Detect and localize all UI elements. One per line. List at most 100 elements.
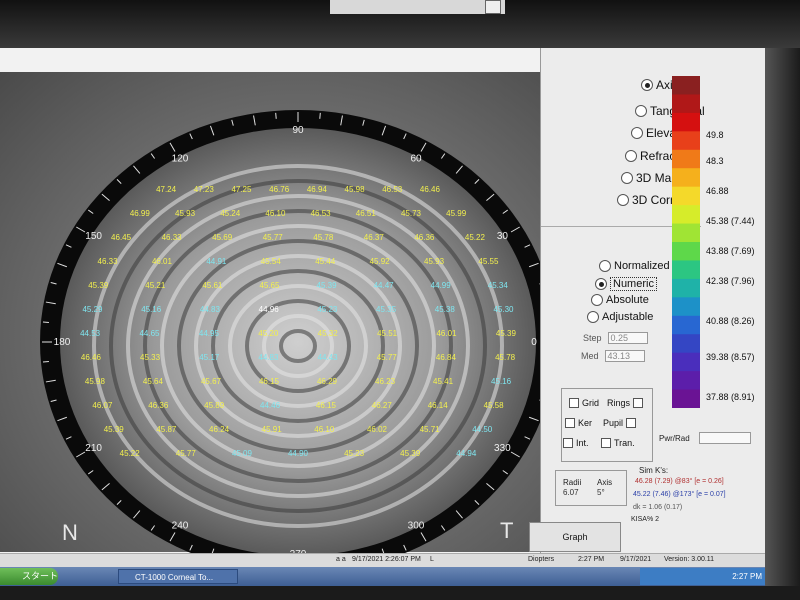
map-value: 45.34 — [488, 281, 509, 290]
radio-normalized-label: Normalized — [614, 260, 670, 272]
radio-3d-cornea-button[interactable] — [617, 194, 629, 206]
step-label: Step — [583, 333, 602, 343]
tran-checkbox-box[interactable] — [601, 438, 611, 448]
map-value: 46.23 — [375, 377, 396, 386]
map-value: 44.94 — [456, 449, 477, 458]
radio-adjustable-label: Adjustable — [602, 311, 654, 323]
axis-tick — [42, 361, 49, 363]
radio-numeric-button[interactable] — [595, 278, 607, 290]
ker-checkbox[interactable]: Ker — [565, 418, 592, 428]
color-scale-swatch — [672, 260, 700, 280]
graph-button[interactable]: Graph — [529, 522, 621, 552]
sim-k-title: Sim K's: — [639, 466, 669, 475]
map-value: 45.73 — [401, 209, 422, 218]
pupil-checkbox-box[interactable] — [626, 418, 637, 428]
color-scale-label: 45.38 (7.44) — [706, 216, 755, 227]
map-value: 46.36 — [414, 233, 435, 242]
color-scale-label: 37.88 (8.91) — [706, 392, 755, 403]
map-value: 44.95 — [199, 329, 220, 338]
color-scale-swatch — [672, 186, 700, 206]
color-scale-swatch — [672, 168, 700, 188]
map-value: 45.78 — [313, 233, 334, 242]
axis-label: 240 — [172, 521, 189, 532]
pwr-rad-field[interactable] — [699, 432, 751, 444]
rings-checkbox-box[interactable] — [633, 398, 644, 408]
tran-checkbox[interactable]: Tran. — [601, 438, 635, 448]
rings-checkbox[interactable]: Rings — [607, 398, 644, 408]
map-value: 45.99 — [446, 209, 467, 218]
map-value: 45.39 — [400, 449, 421, 458]
map-value: 44.99 — [431, 281, 452, 290]
map-value: 44.90 — [288, 449, 309, 458]
map-value: 45.20 — [258, 329, 279, 338]
radio-adjustable[interactable]: Adjustable — [587, 311, 653, 323]
color-scale-label: 43.88 (7.69) — [706, 245, 755, 256]
radio-absolute[interactable]: Absolute — [591, 294, 649, 306]
map-value: 45.29 — [82, 305, 103, 314]
grid-checkbox-box[interactable] — [569, 398, 579, 408]
map-value: 45.32 — [318, 329, 339, 338]
map-value: 45.65 — [259, 281, 280, 290]
map-value: 46.29 — [317, 377, 338, 386]
status-datetime: 9/17/2021 2:26:07 PM — [352, 556, 421, 563]
map-value: 44.83 — [258, 353, 279, 362]
sim-k2: 45.22 (7.46) @173° [e = 0.07] — [633, 491, 726, 498]
int-checkbox-label: Int. — [576, 438, 589, 448]
radio-normalized[interactable]: Normalized — [599, 260, 670, 272]
color-scale-swatch — [672, 112, 700, 132]
radio-axial-button[interactable] — [641, 79, 653, 91]
map-value: 46.07 — [92, 401, 113, 410]
radio-elevation-button[interactable] — [631, 127, 643, 139]
color-scale-swatch — [672, 223, 700, 243]
step-field[interactable]: Step 0.25 — [583, 332, 648, 344]
map-value: 45.64 — [143, 377, 164, 386]
color-scale-swatch — [672, 334, 700, 354]
axis-label: 30 — [497, 231, 509, 242]
med-input[interactable]: 43.13 — [604, 350, 645, 362]
int-checkbox[interactable]: Int. — [563, 438, 589, 448]
radio-adjustable-button[interactable] — [587, 311, 599, 323]
radio-absolute-button[interactable] — [591, 294, 603, 306]
pupil-checkbox[interactable]: Pupil — [603, 418, 637, 428]
axis-label: 330 — [494, 443, 511, 454]
int-checkbox-box[interactable] — [563, 438, 573, 448]
sim-k1: 46.28 (7.29) @83° [e = 0.26] — [635, 478, 724, 485]
map-value: 45.16 — [141, 305, 162, 314]
map-value: 44.47 — [374, 281, 395, 290]
radio-refractive-button[interactable] — [625, 150, 637, 162]
axis-tick — [319, 112, 321, 119]
color-scale-swatch — [672, 297, 700, 317]
radio-3d-maps-button[interactable] — [621, 172, 633, 184]
tray-clock: 2:27 PM — [732, 572, 762, 581]
radio-numeric[interactable]: Numeric — [595, 277, 657, 291]
map-value: 45.38 — [435, 305, 456, 314]
grid-checkbox[interactable]: Grid — [569, 398, 599, 408]
med-field[interactable]: Med 43.13 — [581, 350, 645, 362]
axis-label: Axis — [597, 478, 613, 487]
map-value: 46.51 — [356, 209, 377, 218]
axis-value: 5° — [597, 488, 605, 497]
map-value: 45.22 — [465, 233, 486, 242]
color-scale-label: 39.38 (8.57) — [706, 352, 755, 363]
map-value: 47.23 — [194, 185, 215, 194]
map-value: 45.23 — [317, 305, 338, 314]
taskbar-item-ct1000[interactable]: CT-1000 Corneal To... — [118, 569, 238, 584]
color-scale-label: 48.3 — [706, 156, 724, 167]
map-value: 44.43 — [318, 353, 339, 362]
step-input[interactable]: 0.25 — [607, 332, 648, 344]
map-value: 46.84 — [436, 353, 457, 362]
color-scale-swatch — [672, 94, 700, 114]
map-value: 46.76 — [269, 185, 290, 194]
map-value: 46.46 — [81, 353, 102, 362]
radio-normalized-button[interactable] — [599, 260, 611, 272]
kisa-value: KISA% 2 — [631, 516, 660, 523]
topography-map[interactable]: 9060300330300270240210180150120 47.2447.… — [0, 0, 560, 560]
map-value: 45.09 — [232, 449, 253, 458]
color-scale-swatch — [672, 371, 700, 391]
start-button[interactable]: スタート — [0, 568, 58, 585]
radio-tangential-button[interactable] — [635, 105, 647, 117]
map-value: 45.35 — [376, 305, 397, 314]
ker-checkbox-box[interactable] — [565, 418, 575, 428]
axis-label: 300 — [408, 521, 425, 532]
map-value: 45.16 — [491, 377, 512, 386]
